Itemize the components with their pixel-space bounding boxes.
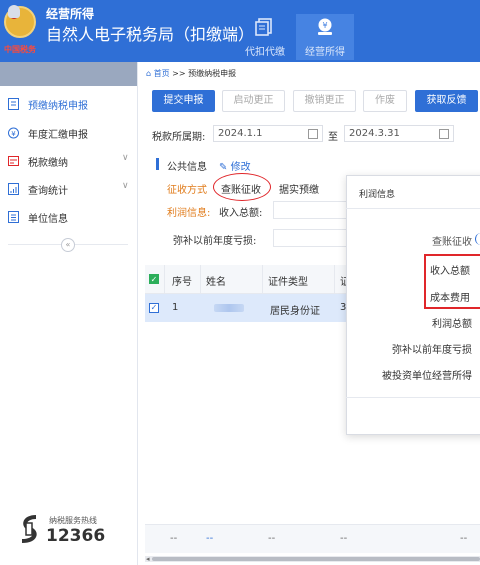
row-id-type: 居民身份证 [270,306,320,317]
section-marker [156,158,159,170]
income-total-label: 收入总额: [219,208,263,219]
submit-declaration-button[interactable]: 提交申报 [152,90,215,112]
loss-offset-label: 弥补以前年度亏损: [173,236,257,247]
coin-stack-icon: ¥ [318,18,332,35]
breadcrumb-separator: >> [172,69,186,78]
edit-link[interactable]: ✎ 修改 [219,158,251,173]
row-index: 1 [172,302,179,313]
footer-cell: -- [460,533,468,544]
calendar-icon [308,129,318,139]
app-title: 自然人电子税务局（扣缴端） [46,25,255,44]
chevron-down-icon: ∨ [122,153,129,163]
calendar-icon [439,129,449,139]
col-index: 序号 [172,277,192,288]
sidebar-section-header [0,62,137,86]
file-stack-icon [255,18,272,36]
sidebar-item-label: 查询统计 [28,186,68,197]
home-icon[interactable]: ⌂ [146,69,151,78]
hotline-number: 12366 [46,526,106,546]
highlight-box [424,254,480,309]
tax-period-label: 税款所属期: [152,132,206,143]
get-feedback-button[interactable]: 获取反馈 [415,90,478,112]
collapse-sidebar-icon[interactable]: « [61,238,75,252]
sidebar-item-label: 预缴纳税申报 [28,101,88,112]
dialog-footer-divider [346,397,480,398]
edit-label: 修改 [230,162,251,173]
edit-icon: ✎ [219,162,228,173]
sidebar-item-tax-payment[interactable]: 税款缴纳 ∨ [0,149,137,173]
sidebar-section-title: 经营所得 [46,7,95,21]
public-info-title: 公共信息 [167,162,207,173]
table-footer [145,524,480,553]
cancel-correction-button[interactable]: 撤销更正 [293,90,356,112]
sidebar-item-label: 年度汇缴申报 [28,130,88,141]
dialog-method-label: 查账征收 [432,237,472,248]
radio-icon[interactable] [475,233,480,245]
sidebar-item-label: 税款缴纳 [28,158,68,169]
nav-withholding[interactable]: 代扣代缴 [236,14,294,60]
method-option-actual[interactable]: 据实预缴 [279,181,319,196]
emblem-text: 中国税务 [4,45,36,54]
period-start-input[interactable]: 2024.1.1 [213,125,323,142]
footer-cell: -- [206,533,214,544]
collection-method-label: 征收方式 [167,185,207,196]
nav-withholding-label: 代扣代缴 [245,47,285,58]
loss-offset-input[interactable] [273,229,348,247]
report-icon [8,183,19,195]
col-id-type: 证件类型 [268,277,308,288]
sidebar-item-annual-settlement[interactable]: ¥ 年度汇缴申报 [0,121,137,145]
payment-icon [8,156,19,166]
dialog-loss-label: 弥补以前年度亏损 [392,345,472,356]
sidebar-item-unit-info[interactable]: 单位信息 [0,205,137,229]
period-end-input[interactable]: 2024.3.31 [344,125,454,142]
footer-cell: -- [268,533,276,544]
svg-text:¥: ¥ [11,130,16,138]
form-icon [8,98,19,110]
sidebar-item-query-stats[interactable]: 查询统计 ∨ [0,177,137,201]
nav-business-income[interactable]: ¥ 经营所得 [296,14,354,60]
masked-name [214,304,244,312]
breadcrumb-home[interactable]: 首页 [154,69,170,78]
dialog-profit-total-label: 利润总额 [432,319,472,330]
start-correction-button[interactable]: 启动更正 [222,90,285,112]
sidebar-item-prepay-declaration[interactable]: 预缴纳税申报 [0,92,137,116]
period-start-value: 2024.1.1 [218,128,263,139]
scroll-left-icon[interactable]: ◂ [146,555,150,563]
footer-cell: -- [170,533,178,544]
period-end-value: 2024.3.31 [349,128,400,139]
profit-info-label: 利润信息: [167,208,211,219]
shield-icon [8,5,20,18]
income-total-input[interactable] [273,201,348,219]
row-checkbox[interactable]: ✓ [149,303,159,313]
period-to-label: 至 [328,132,338,143]
hotline-label: 纳税服务热线 [49,516,97,525]
void-button[interactable]: 作废 [363,90,407,112]
scrollbar-thumb[interactable] [152,557,480,561]
breadcrumb-current: 预缴纳税申报 [188,69,237,78]
select-all-checkbox[interactable]: ✓ [149,274,159,284]
breadcrumb: ⌂ 首页 >> 预缴纳税申报 [146,68,236,79]
dialog-header-divider [346,208,480,209]
nav-business-income-label: 经营所得 [305,47,345,58]
list-icon [8,211,19,223]
sidebar-item-label: 单位信息 [28,214,68,225]
footer-cell: -- [340,533,348,544]
col-name: 姓名 [206,277,226,288]
yen-circle-icon: ¥ [8,127,19,139]
dialog-invested-label: 被投资单位经营所得 [382,371,472,382]
chevron-down-icon: ∨ [122,181,129,191]
dialog-title: 利润信息 [359,190,396,200]
hotline-logo-icon [21,515,37,543]
highlight-circle [213,173,271,201]
svg-text:¥: ¥ [322,21,327,30]
